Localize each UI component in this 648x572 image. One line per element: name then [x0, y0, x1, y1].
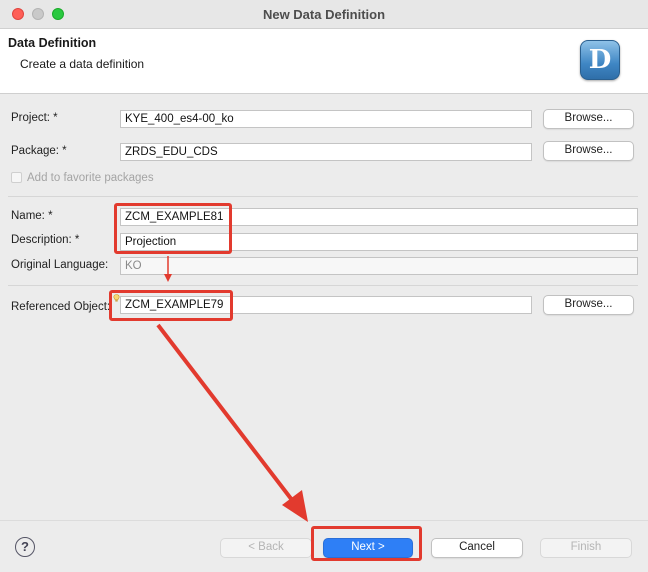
annotation-arrow-large	[156, 323, 308, 522]
annotation-arrows	[156, 256, 308, 522]
annotation-arrow-small	[164, 256, 172, 282]
